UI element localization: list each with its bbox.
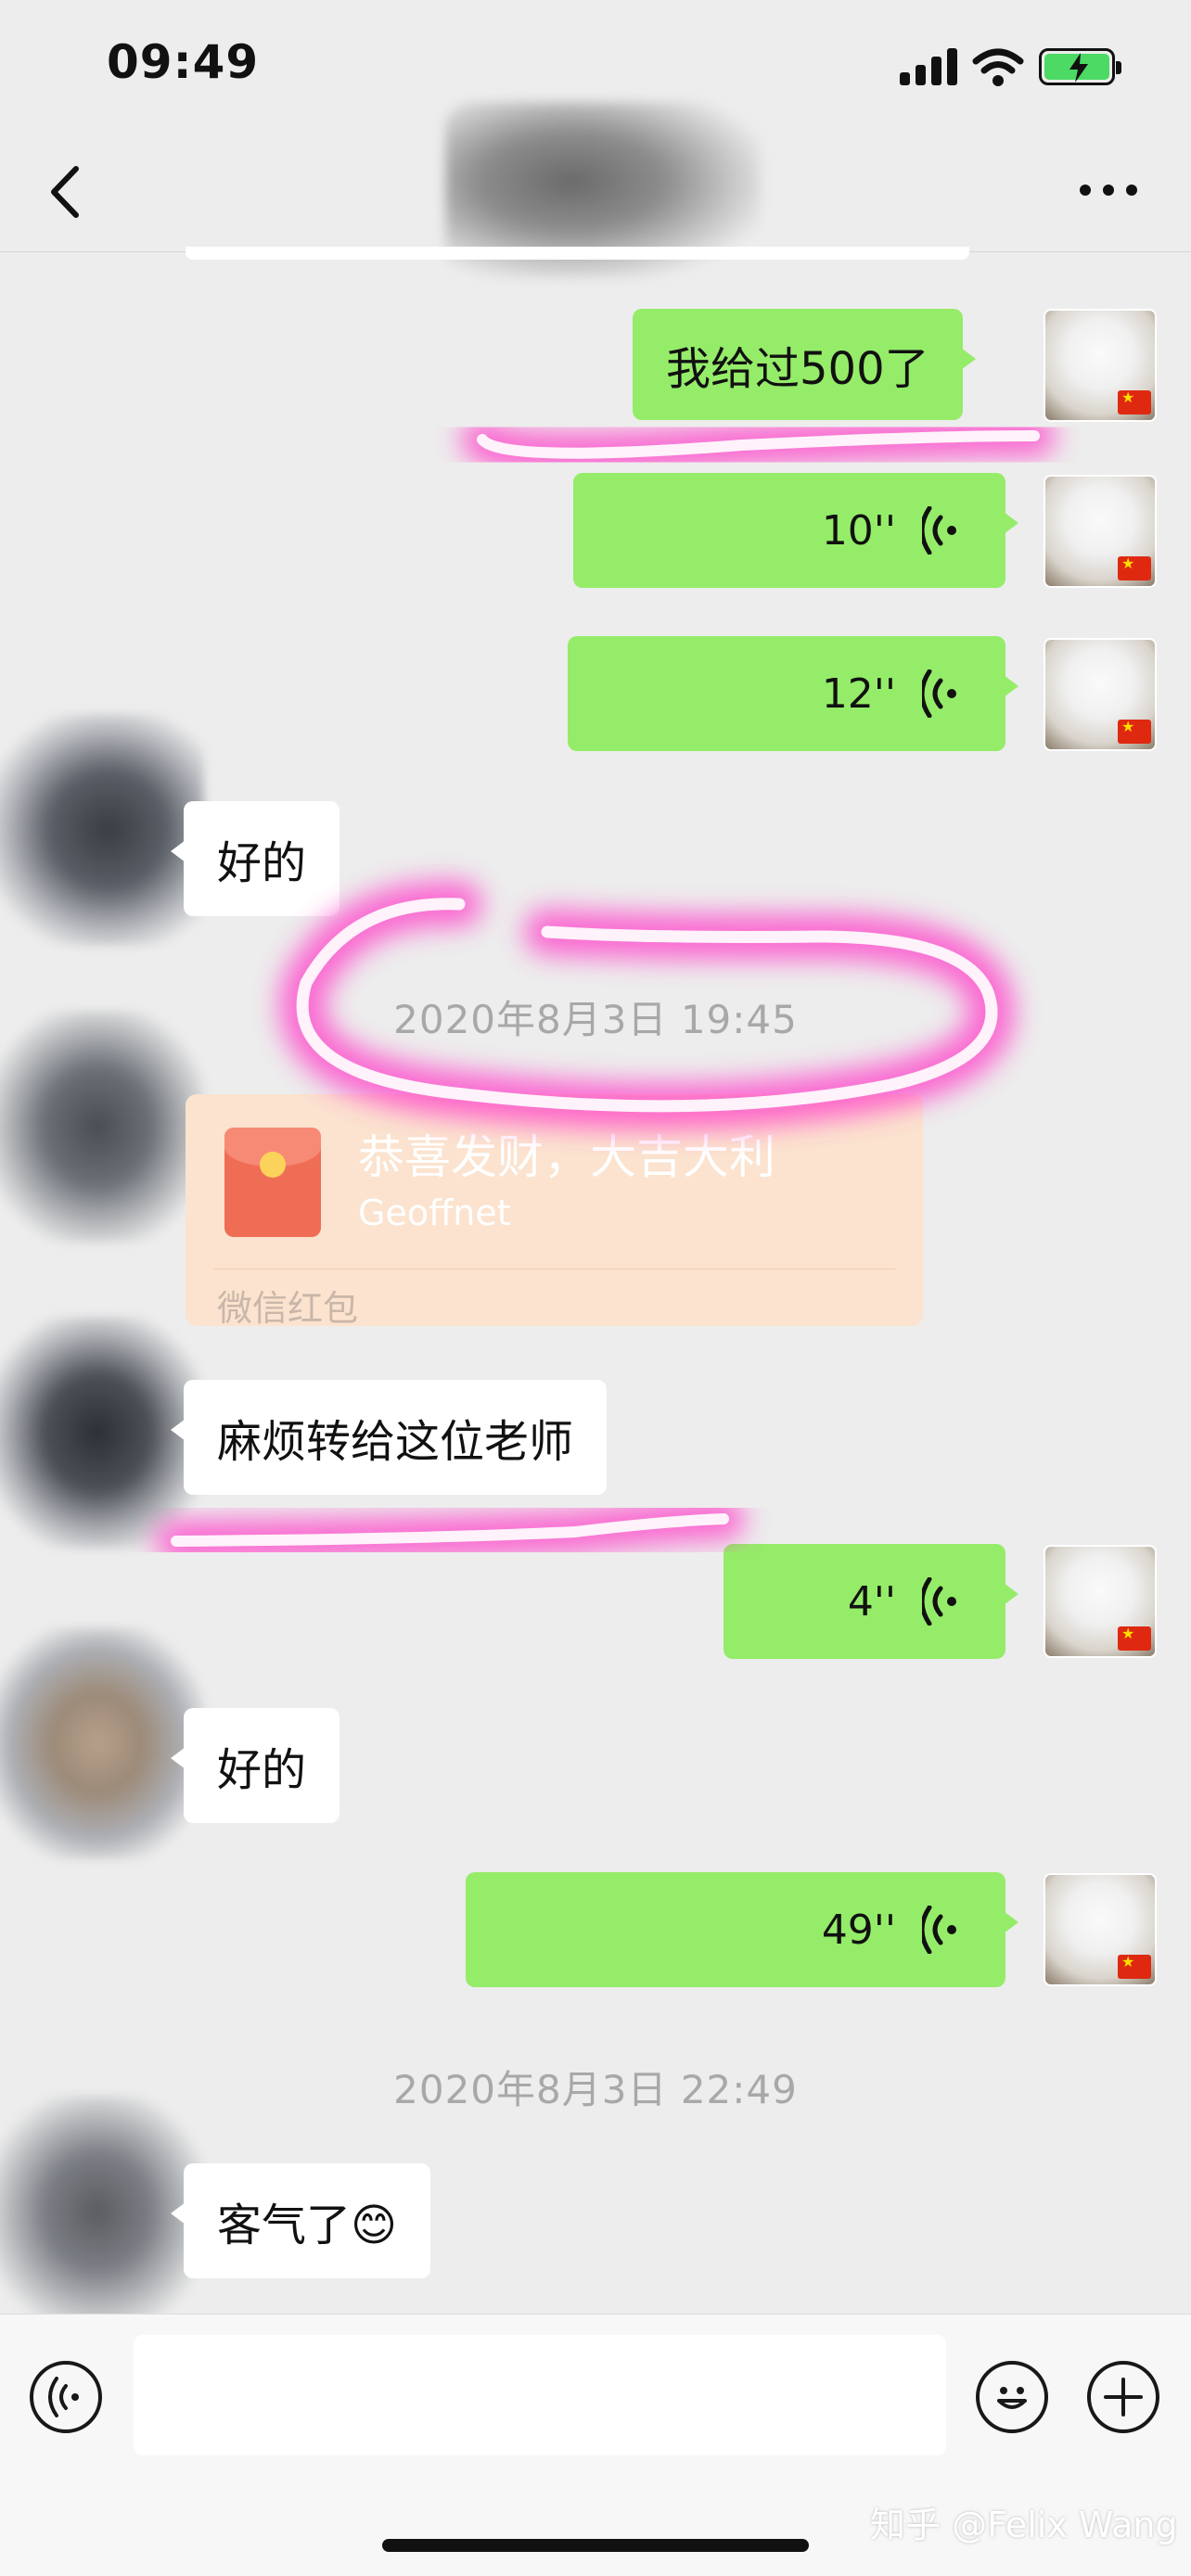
message-text: 麻烦转给这位老师 — [217, 1416, 574, 1468]
status-time: 09:49 — [107, 35, 260, 89]
message-bubble-received[interactable]: 客气了😊 — [170, 2163, 431, 2278]
my-avatar[interactable] — [1044, 309, 1157, 422]
voice-wave-icon — [922, 1577, 956, 1626]
underline-annotation-1 — [461, 414, 1056, 475]
red-packet-title: 恭喜发财，大吉大利 — [358, 1130, 775, 1184]
my-avatar[interactable] — [1044, 1873, 1157, 1986]
more-options-icon[interactable] — [1076, 176, 1141, 204]
message-bubble-sent[interactable]: 我给过500了 — [633, 309, 976, 420]
contact-avatar-redacted[interactable] — [0, 714, 204, 946]
voice-wave-icon — [922, 670, 956, 718]
wifi-icon — [972, 48, 1024, 86]
red-packet-label: 微信红包 — [217, 1288, 359, 1329]
voice-message-sent[interactable]: 12'' — [568, 636, 1018, 751]
voice-wave-icon — [922, 506, 956, 555]
my-avatar[interactable] — [1044, 1545, 1157, 1658]
voice-wave-icon — [922, 1906, 956, 1954]
voice-message-sent[interactable]: 49'' — [466, 1872, 1018, 1987]
battery-icon — [1039, 48, 1121, 85]
voice-duration: 4'' — [847, 1577, 896, 1626]
my-avatar[interactable] — [1044, 638, 1157, 751]
red-packet-icon — [224, 1128, 321, 1237]
message-text: 客气了😊 — [217, 2200, 398, 2251]
contact-avatar-redacted[interactable] — [0, 1627, 204, 1859]
contact-avatar-redacted[interactable] — [0, 1011, 204, 1243]
watermark: 知乎 @Felix Wang — [870, 2505, 1178, 2545]
underline-annotation-2 — [155, 1498, 745, 1562]
plus-icon — [1104, 2378, 1143, 2417]
home-indicator — [382, 2539, 809, 2552]
message-text: 好的 — [217, 837, 307, 889]
voice-duration: 10'' — [821, 506, 896, 555]
message-text: 好的 — [217, 1744, 307, 1796]
emoji-icon — [997, 2387, 1027, 2409]
voice-input-button[interactable] — [30, 2361, 102, 2433]
message-bubble-received[interactable]: 麻烦转给这位老师 — [170, 1380, 608, 1495]
message-bubble-received[interactable]: 好的 — [170, 801, 340, 916]
emoji-button[interactable] — [976, 2361, 1048, 2433]
message-input[interactable] — [134, 2335, 946, 2455]
previous-bubble-edge — [186, 247, 969, 260]
back-icon[interactable] — [37, 159, 102, 224]
voice-duration: 12'' — [821, 670, 896, 718]
my-avatar[interactable] — [1044, 475, 1157, 588]
voice-message-sent[interactable]: 4'' — [724, 1544, 1018, 1659]
cellular-signal-icon — [900, 48, 957, 85]
voice-duration: 49'' — [821, 1906, 896, 1954]
more-functions-button[interactable] — [1087, 2361, 1159, 2433]
message-bubble-received[interactable]: 好的 — [170, 1708, 340, 1823]
voice-input-icon — [48, 2377, 79, 2417]
voice-message-sent[interactable]: 10'' — [573, 473, 1018, 588]
red-packet-sender: Geoffnet — [358, 1192, 511, 1233]
message-text: 我给过500了 — [666, 343, 929, 395]
